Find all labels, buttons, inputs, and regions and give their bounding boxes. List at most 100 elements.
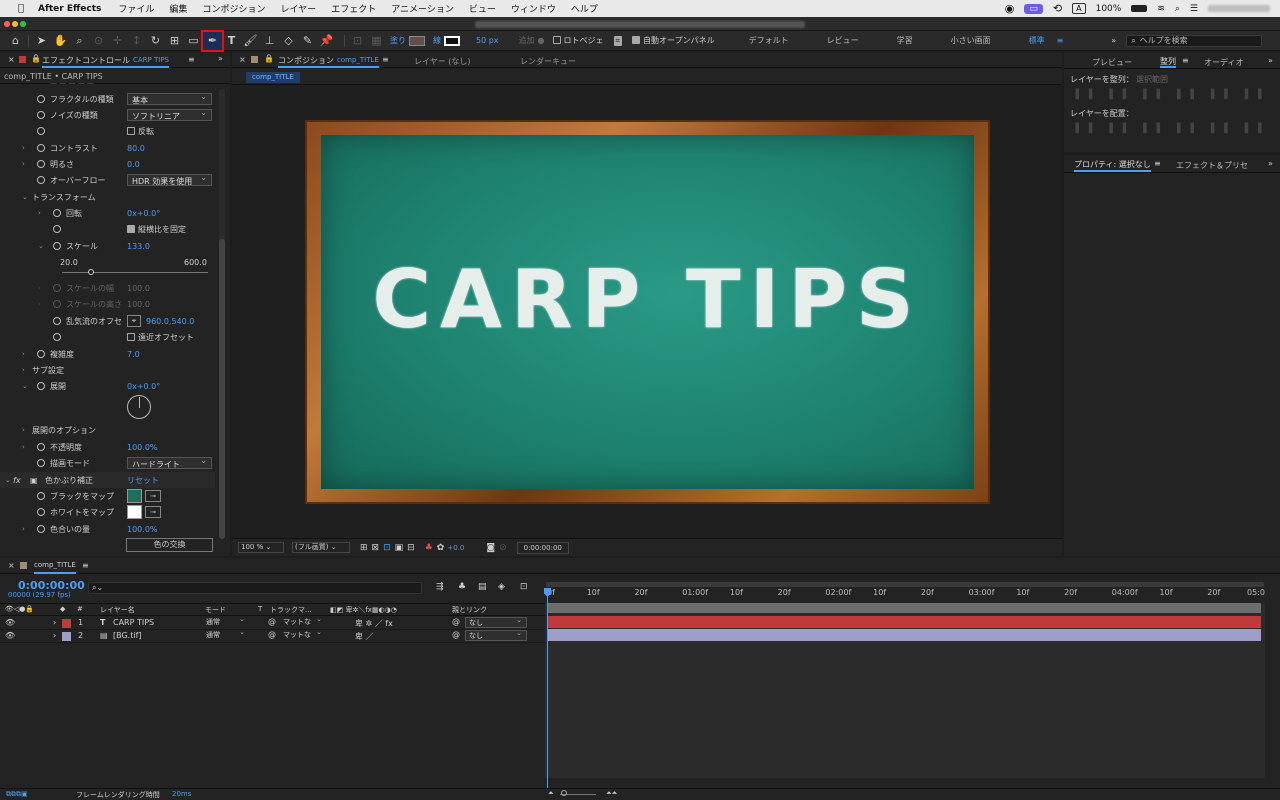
work-area-bar[interactable] [546,582,1264,587]
matte-icon[interactable]: @ [268,617,276,626]
stopwatch-icon[interactable] [37,459,45,467]
expand-arrow-icon[interactable]: › [22,426,25,434]
zoom-tool-icon[interactable]: ⌕ [70,32,89,50]
lock-icon[interactable]: 🔒 [264,54,274,63]
comp-flow-tab[interactable]: comp_TITLE [246,72,300,83]
zoom-slider-thumb[interactable] [561,790,567,796]
expand-arrow-icon[interactable]: › [22,160,25,168]
stroke-swatch[interactable] [444,35,460,46]
expand-arrow-icon[interactable]: › [22,525,25,533]
layer-name[interactable]: [BG.tif] [113,631,142,640]
expand-arrow-icon[interactable]: › [38,209,41,217]
collapse-arrow-icon[interactable]: ⌄ [22,193,28,201]
battery-icon[interactable] [1131,5,1148,12]
layer-row[interactable]: 👁 › 1 T CARP TIPS 通常 @ マットな 卑 ✲ ／ fx @ な… [0,615,545,630]
add-dropdown-icon[interactable]: ● [538,36,545,45]
sync-icon[interactable]: ⟲ [1053,2,1062,15]
show-snapshot-icon[interactable]: ⊘ [499,543,507,553]
screen-share-icon[interactable]: ▭ [1024,3,1043,14]
evolution-dial[interactable] [127,395,151,419]
toggle-panes-icon[interactable]: ⧉⧉⧉▣ [6,790,28,799]
align-buttons-row[interactable]: ▐▌▐▌▐▌▐▌▐▌▐▌ [1072,90,1275,100]
snap-icon[interactable]: ⊡ [348,32,367,50]
menu-composition[interactable]: コンポジション [202,2,265,15]
tab-timeline-comp[interactable]: comp_TITLE [34,561,76,574]
composition-viewer[interactable]: CARP TIPS [232,86,1062,538]
input-source-indicator[interactable]: A [1072,3,1086,14]
tab-render-queue[interactable]: レンダーキュー [520,56,576,67]
home-icon[interactable]: ⌂ [6,32,25,50]
app-menu[interactable]: After Effects [38,4,101,14]
layer-label-color[interactable] [62,632,71,641]
stopwatch-icon[interactable] [37,127,45,135]
contrast-value[interactable]: 80.0 [127,144,145,153]
clone-stamp-icon[interactable]: ⊥ [260,32,279,50]
evolution-options-label[interactable]: 展開のオプション [32,425,96,436]
opacity-value[interactable]: 100.0% [127,443,158,452]
panel-menu-icon[interactable]: ≡ [1182,56,1189,65]
map-black-color-swatch[interactable] [127,489,142,503]
collapse-arrow-icon[interactable]: ⌄ [5,476,11,484]
layer-duration-bar[interactable] [547,616,1261,628]
panel-menu-icon[interactable]: ≡ [1154,159,1161,168]
menu-view[interactable]: ビュー [469,2,496,15]
brightness-value[interactable]: 0.0 [127,160,140,169]
selection-tool-icon[interactable]: ➤ [32,32,51,50]
eraser-tool-icon[interactable]: ◇ [279,32,298,50]
menu-edit[interactable]: 編集 [169,2,187,15]
camera-snapshot-icon[interactable]: ◙ [486,543,495,553]
align-to-dropdown[interactable]: 選択範囲 [1136,74,1168,85]
time-ruler[interactable]: 0f10f20f01:00f10f20f02:00f10f20f03:00f10… [545,578,1265,603]
blend-mode-dropdown[interactable]: ハードライト [127,456,212,469]
stopwatch-icon[interactable] [37,111,45,119]
crosshair-icon[interactable]: ⌖ [127,315,141,327]
menu-layer[interactable]: レイヤー [280,2,316,15]
tint-effect-label[interactable]: 色かぶり補正 [45,475,93,486]
tab-effects-presets[interactable]: エフェクト＆プリセ [1176,160,1248,171]
expand-arrow-icon[interactable]: › [38,284,41,292]
layer-switches[interactable]: 卑 ／ [355,631,374,642]
tab-effect-controls[interactable]: エフェクトコントロール CARP TIPS [42,54,169,68]
align-icon[interactable]: ⌗ [613,35,623,46]
stroke-size[interactable]: 50 px [476,36,499,45]
stopwatch-icon[interactable] [53,317,61,325]
parent-pickwhip-icon[interactable]: @ [452,617,460,626]
stopwatch-icon[interactable] [37,492,45,500]
search-icon[interactable]: ⌕ [1175,4,1180,14]
scale-slider-thumb[interactable] [88,269,94,275]
current-time-display[interactable]: 0:00:00:00 [516,541,569,554]
region-of-interest-icon[interactable]: ⊞ [360,543,368,553]
parent-dropdown[interactable]: なし [465,629,527,641]
collapse-arrow-icon[interactable]: ⌄ [38,242,44,250]
zoom-dropdown[interactable]: 100 % ⌄ [238,542,284,553]
stopwatch-icon[interactable] [37,525,45,533]
close-panel-icon[interactable]: × [8,55,15,64]
track-matte-dropdown[interactable]: マットな [280,628,326,641]
pan-behind-tool-icon[interactable]: ⊞ [165,32,184,50]
zoom-in-icon[interactable]: ⏶⏶ [606,789,617,798]
stopwatch-icon[interactable] [37,350,45,358]
composition-navigator-icon[interactable]: ⇶ [436,582,444,592]
layer-duration-bar[interactable] [547,629,1261,641]
parent-dropdown[interactable]: なし [465,616,527,628]
layer-label-color[interactable] [62,619,71,628]
tab-preview[interactable]: プレビュー [1092,57,1132,68]
tab-properties[interactable]: プロパティ: 選択なし [1074,159,1151,172]
layer-switches[interactable]: 卑 ✲ ／ fx [355,618,393,629]
stopwatch-icon[interactable] [53,333,61,341]
collapse-arrow-icon[interactable]: ⌄ [22,382,28,390]
creative-cloud-icon[interactable]: ◉ [1005,2,1015,15]
offset-value[interactable]: 960.0,540.0 [146,317,194,326]
scale-value[interactable]: 133.0 [127,242,150,251]
track-matte-dropdown[interactable]: マットな [280,615,326,628]
expand-panel-icon[interactable]: » [218,54,223,63]
type-tool-icon[interactable]: T [222,32,241,50]
panel-menu-icon[interactable]: ≡ [382,55,389,64]
fill-swatch[interactable] [409,35,425,46]
map-white-color-swatch[interactable] [127,505,142,519]
tab-align[interactable]: 整列 [1160,56,1176,68]
tab-layer[interactable]: レイヤー (なし) [414,56,471,67]
expand-panel-icon[interactable]: » [1268,159,1273,168]
menu-file[interactable]: ファイル [118,2,154,15]
eye-icon[interactable]: 👁 [5,618,15,627]
